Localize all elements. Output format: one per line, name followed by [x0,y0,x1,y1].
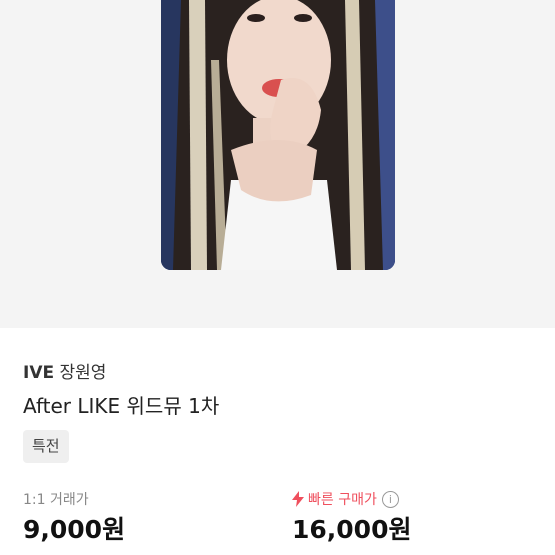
tag-badge: 특전 [23,430,69,463]
artist-group: IVE [23,363,55,383]
direct-trade-price: 9,000원 [23,515,126,544]
direct-trade-label: 1:1 거래가 [23,492,89,508]
artist-member: 장원영 [59,363,107,383]
fast-purchase-label: 빠른 구매가 i [292,489,399,509]
fast-purchase-price: 16,000원 [292,515,412,544]
info-circle-icon[interactable]: i [381,490,399,508]
product-image-area [0,0,555,328]
lightning-bolt-icon [292,491,304,507]
fast-purchase-label-text: 빠른 구매가 [308,492,377,508]
artist-name[interactable]: IVE 장원영 [23,358,106,383]
product-title: After LIKE 위드뮤 1차 [23,394,220,418]
photocard-image[interactable] [161,0,395,270]
